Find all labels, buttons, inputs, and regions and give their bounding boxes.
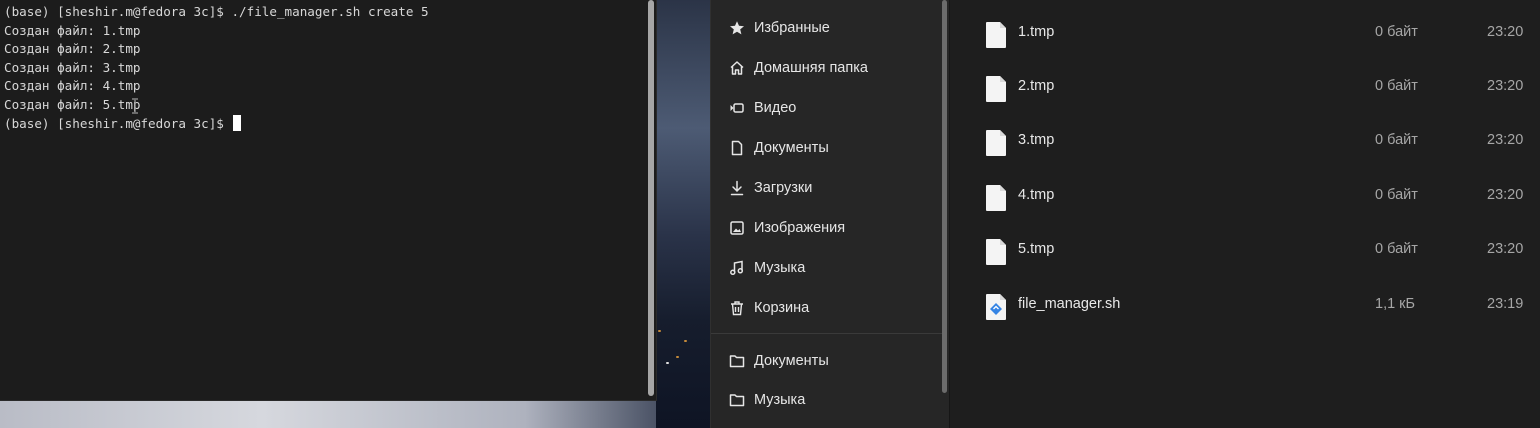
file-size: 0 байт <box>1375 241 1418 257</box>
file-modified-time: 23:20 <box>1487 132 1524 148</box>
file-list: 1.tmp 0 байт 23:20 2.tmp 0 байт 23:20 3.… <box>950 0 1540 428</box>
file-name: 4.tmp <box>1018 187 1055 203</box>
sidebar-item-label: Документы <box>754 353 829 369</box>
home-icon <box>730 61 744 75</box>
terminal-output: (base) [sheshir.m@fedora 3c]$ ./file_man… <box>4 3 429 133</box>
text-file-icon <box>986 76 1006 102</box>
download-icon <box>730 180 744 196</box>
file-name: 1.tmp <box>1018 24 1055 40</box>
terminal-line: Создан файл: 3.tmp <box>4 59 141 75</box>
file-name: 2.tmp <box>1018 78 1055 94</box>
sidebar-separator <box>711 333 943 334</box>
text-cursor-icon <box>132 98 138 114</box>
file-size: 0 байт <box>1375 132 1418 148</box>
sidebar-item-documents[interactable]: Документы <box>711 130 941 166</box>
terminal-line: Создан файл: 4.tmp <box>4 78 141 94</box>
text-file-icon <box>986 130 1006 156</box>
wallpaper-speck <box>684 340 687 342</box>
terminal-line: (base) [sheshir.m@fedora 3c]$ ./file_man… <box>4 4 429 19</box>
terminal-line: Создан файл: 2.tmp <box>4 41 141 57</box>
desktop-wallpaper-shadow <box>656 0 710 428</box>
sidebar-bookmark-music[interactable]: Музыка <box>711 382 941 418</box>
sidebar-item-label: Документы <box>754 140 829 156</box>
file-row[interactable]: 3.tmp 0 байт 23:20 <box>950 115 1540 169</box>
sidebar-item-label: Изображения <box>754 220 846 236</box>
file-size: 0 байт <box>1375 24 1418 40</box>
folder-icon <box>729 394 745 407</box>
sidebar-item-starred[interactable]: Избранные <box>711 10 941 46</box>
script-file-icon <box>986 294 1006 320</box>
sidebar-item-home[interactable]: Домашняя папка <box>711 50 941 86</box>
wallpaper-speck <box>658 330 661 332</box>
terminal-scrollbar[interactable] <box>648 0 654 396</box>
sidebar-item-label: Музыка <box>754 260 806 276</box>
trash-icon <box>731 301 743 316</box>
sidebar-item-label: Корзина <box>754 300 810 316</box>
file-row[interactable]: file_manager.sh 1,1 кБ 23:19 <box>950 279 1540 333</box>
terminal-cursor <box>233 114 242 131</box>
sidebar-item-label: Музыка <box>754 392 806 408</box>
sidebar-item-label: Домашняя папка <box>754 60 868 76</box>
file-name: file_manager.sh <box>1018 296 1121 312</box>
terminal-line: Создан файл: 5.tmp <box>4 96 141 112</box>
file-modified-time: 23:20 <box>1487 241 1524 257</box>
file-name: 3.tmp <box>1018 132 1055 148</box>
document-icon <box>731 140 743 156</box>
file-row[interactable]: 1.tmp 0 байт 23:20 <box>950 7 1540 61</box>
sidebar-item-label: Избранные <box>754 20 830 36</box>
wallpaper-speck <box>666 362 669 364</box>
star-icon <box>730 21 744 35</box>
file-name: 5.tmp <box>1018 241 1055 257</box>
sidebar-item-label: Видео <box>754 100 797 116</box>
sidebar-bookmark-documents[interactable]: Документы <box>711 343 941 379</box>
sidebar-item-downloads[interactable]: Загрузки <box>711 170 941 206</box>
file-modified-time: 23:20 <box>1487 78 1524 94</box>
text-file-icon <box>986 185 1006 211</box>
video-icon <box>730 103 744 113</box>
terminal-prompt: (base) [sheshir.m@fedora 3c]$ <box>4 115 232 131</box>
file-size: 0 байт <box>1375 187 1418 203</box>
text-file-icon <box>986 239 1006 265</box>
file-modified-time: 23:19 <box>1487 296 1524 312</box>
wallpaper-speck <box>676 356 679 358</box>
text-file-icon <box>986 22 1006 48</box>
sidebar-scrollbar[interactable] <box>942 0 947 393</box>
file-manager-sidebar: Избранные Домашняя папка Видео Документы… <box>710 0 950 428</box>
terminal-prompt-line[interactable]: (base) [sheshir.m@fedora 3c]$ <box>4 114 429 134</box>
image-icon <box>730 221 744 235</box>
music-icon <box>730 260 744 276</box>
sidebar-item-label: Загрузки <box>754 180 813 196</box>
file-row[interactable]: 2.tmp 0 байт 23:20 <box>950 61 1540 115</box>
sidebar-item-pictures[interactable]: Изображения <box>711 210 941 246</box>
sidebar-item-trash[interactable]: Корзина <box>711 290 941 326</box>
desktop-wallpaper-bottom <box>0 400 656 428</box>
file-size: 1,1 кБ <box>1375 296 1416 312</box>
sidebar-item-videos[interactable]: Видео <box>711 90 941 126</box>
terminal-window[interactable]: (base) [sheshir.m@fedora 3c]$ ./file_man… <box>0 0 657 401</box>
file-row[interactable]: 4.tmp 0 байт 23:20 <box>950 170 1540 224</box>
file-modified-time: 23:20 <box>1487 24 1524 40</box>
file-size: 0 байт <box>1375 78 1418 94</box>
folder-icon <box>729 355 745 368</box>
sidebar-item-music[interactable]: Музыка <box>711 250 941 286</box>
terminal-line: Создан файл: 1.tmp <box>4 22 141 38</box>
file-row[interactable]: 5.tmp 0 байт 23:20 <box>950 224 1540 278</box>
file-modified-time: 23:20 <box>1487 187 1524 203</box>
